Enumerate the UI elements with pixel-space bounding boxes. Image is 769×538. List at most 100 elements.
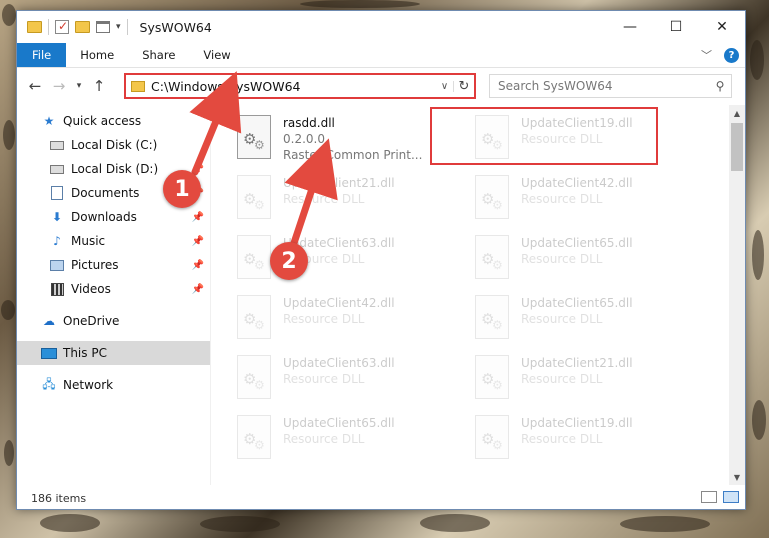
sidebar-item-music[interactable]: ♪ Music 📌 (17, 229, 210, 253)
file-detail: Resource DLL (521, 252, 603, 266)
file-detail: Resource DLL (521, 372, 603, 386)
folder-icon (131, 80, 145, 92)
file-tile[interactable]: ⚙ ⚙ UpdateClient63.dll Resource DLL (233, 349, 471, 409)
music-icon: ♪ (53, 234, 61, 248)
file-description: Raster Common Print... (283, 148, 423, 162)
network-icon: 🖧 (42, 376, 56, 391)
pin-icon[interactable]: 📌 (192, 284, 204, 295)
sidebar-item-label: OneDrive (63, 314, 120, 328)
sidebar-item-local-disk-c[interactable]: Local Disk (C:) (17, 133, 210, 157)
sidebar-item-label: Downloads (71, 210, 137, 224)
search-icon[interactable]: ⚲ (709, 79, 731, 93)
up-arrow-icon[interactable]: ↑ (87, 77, 111, 95)
maximize-button[interactable]: ☐ (653, 11, 699, 43)
file-detail: Resource DLL (283, 312, 365, 326)
tab-share[interactable]: Share (128, 43, 189, 67)
file-detail: Resource DLL (283, 432, 365, 446)
window-title: SysWOW64 (139, 19, 212, 35)
address-bar[interactable]: C:\Windows\SysWOW64 ∨ ↻ (124, 73, 476, 99)
file-tile[interactable]: ⚙ ⚙ UpdateClient42.dll Resource DLL (233, 289, 471, 349)
file-tile[interactable]: ⚙ ⚙ UpdateClient42.dll Resource DLL (471, 169, 709, 229)
pin-icon[interactable]: 📌 (192, 260, 204, 271)
folder-icon[interactable] (27, 21, 42, 33)
file-detail: Resource DLL (283, 372, 365, 386)
large-icons-view-icon[interactable] (723, 491, 739, 503)
refresh-icon[interactable]: ↻ (454, 79, 474, 94)
file-name: UpdateClient63.dll (283, 356, 395, 370)
back-arrow-icon[interactable]: ← (23, 77, 47, 95)
customize-toolbar-icon[interactable] (96, 21, 110, 33)
separator (126, 19, 128, 35)
address-path[interactable]: C:\Windows\SysWOW64 (151, 79, 436, 94)
pin-icon[interactable]: 📌 (192, 212, 204, 223)
navigation-pane: ★ Quick access Local Disk (C:) Local Dis… (17, 105, 211, 485)
tab-file[interactable]: File (17, 43, 67, 67)
sidebar-item-label: Quick access (63, 114, 142, 128)
videos-icon (50, 282, 64, 296)
file-tile[interactable]: ⚙ ⚙ UpdateClient65.dll Resource DLL (471, 229, 709, 289)
dll-file-icon: ⚙ ⚙ (237, 115, 271, 159)
properties-check-icon[interactable] (55, 19, 69, 34)
tab-home[interactable]: Home (66, 43, 128, 67)
dll-file-icon: ⚙ ⚙ (237, 295, 271, 339)
step-1-badge: 1 (163, 170, 201, 208)
file-tile[interactable]: ⚙ ⚙ UpdateClient21.dll Resource DLL (471, 349, 709, 409)
star-icon: ★ (43, 114, 55, 128)
file-tile[interactable]: ⚙ ⚙ UpdateClient21.dll Resource DLL (233, 169, 471, 229)
drive-icon (50, 140, 64, 150)
file-tile[interactable]: ⚙ ⚙ UpdateClient65.dll Resource DLL (471, 289, 709, 349)
sidebar-item-label: Local Disk (C:) (71, 138, 158, 152)
sidebar-item-label: This PC (63, 346, 107, 360)
minimize-button[interactable]: — (607, 11, 653, 43)
new-folder-icon[interactable] (75, 21, 90, 33)
dll-file-icon: ⚙ ⚙ (475, 415, 509, 459)
item-count: 186 items (31, 491, 87, 505)
status-bar: 186 items (17, 487, 745, 509)
search-input[interactable]: Search SysWOW64 (490, 79, 709, 93)
sidebar-item-this-pc[interactable]: This PC (17, 341, 210, 365)
close-button[interactable]: ✕ (699, 11, 745, 43)
navigation-bar: ← → ▾ ↑ C:\Windows\SysWOW64 ∨ ↻ Search S… (17, 68, 745, 104)
file-name: UpdateClient21.dll (521, 356, 633, 370)
file-tile[interactable]: ⚙ ⚙ UpdateClient19.dll Resource DLL (471, 409, 709, 469)
recent-locations-chevron-icon[interactable]: ▾ (71, 81, 87, 91)
expand-ribbon-icon[interactable]: ﹀ (701, 47, 712, 63)
file-name: UpdateClient19.dll (521, 416, 633, 430)
title-bar: ▾ SysWOW64 — ☐ ✕ (17, 11, 745, 43)
file-detail: Resource DLL (521, 432, 603, 446)
scroll-up-icon[interactable]: ▲ (729, 105, 745, 121)
sidebar-item-label: Documents (71, 186, 140, 200)
sidebar-item-quick-access[interactable]: ★ Quick access (17, 109, 210, 133)
window-controls: — ☐ ✕ (607, 11, 745, 43)
pc-icon (41, 347, 57, 359)
pin-icon[interactable]: 📌 (192, 236, 204, 247)
documents-icon (51, 186, 63, 200)
sidebar-item-onedrive[interactable]: ☁ OneDrive (17, 309, 210, 333)
vertical-scrollbar[interactable]: ▲ ▼ (729, 105, 745, 485)
sidebar-item-network[interactable]: 🖧 Network (17, 373, 210, 397)
dll-file-icon: ⚙ ⚙ (237, 235, 271, 279)
chevron-down-icon[interactable]: ▾ (116, 22, 121, 32)
dll-file-icon: ⚙ ⚙ (475, 355, 509, 399)
sidebar-item-label: Music (71, 234, 106, 248)
scroll-down-icon[interactable]: ▼ (729, 469, 745, 485)
file-tile[interactable]: ⚙ ⚙ UpdateClient65.dll Resource DLL (233, 409, 471, 469)
sidebar-item-videos[interactable]: Videos 📌 (17, 277, 210, 301)
step-2-badge: 2 (270, 242, 308, 280)
file-detail: Resource DLL (521, 192, 603, 206)
file-detail: Resource DLL (283, 192, 365, 206)
forward-arrow-icon[interactable]: → (47, 77, 71, 95)
sidebar-item-pictures[interactable]: Pictures 📌 (17, 253, 210, 277)
search-box[interactable]: Search SysWOW64 ⚲ (489, 74, 732, 98)
ribbon-tabs: File Home Share View ﹀ ? (17, 43, 745, 68)
details-view-icon[interactable] (701, 491, 717, 503)
address-dropdown-icon[interactable]: ∨ (436, 80, 454, 92)
main-body: ★ Quick access Local Disk (C:) Local Dis… (17, 105, 745, 485)
tab-view[interactable]: View (189, 43, 244, 67)
sidebar-item-downloads[interactable]: ⬇ Downloads 📌 (17, 205, 210, 229)
file-tile[interactable]: ⚙ ⚙ UpdateClient63.dll Resource DLL (233, 229, 471, 289)
scroll-thumb[interactable] (731, 123, 743, 171)
onedrive-icon: ☁ (43, 314, 55, 328)
file-list: ⚙ ⚙ rasdd.dll 0.2.0.0 Raster Common Print...… (211, 105, 745, 485)
help-icon[interactable]: ? (724, 47, 739, 63)
